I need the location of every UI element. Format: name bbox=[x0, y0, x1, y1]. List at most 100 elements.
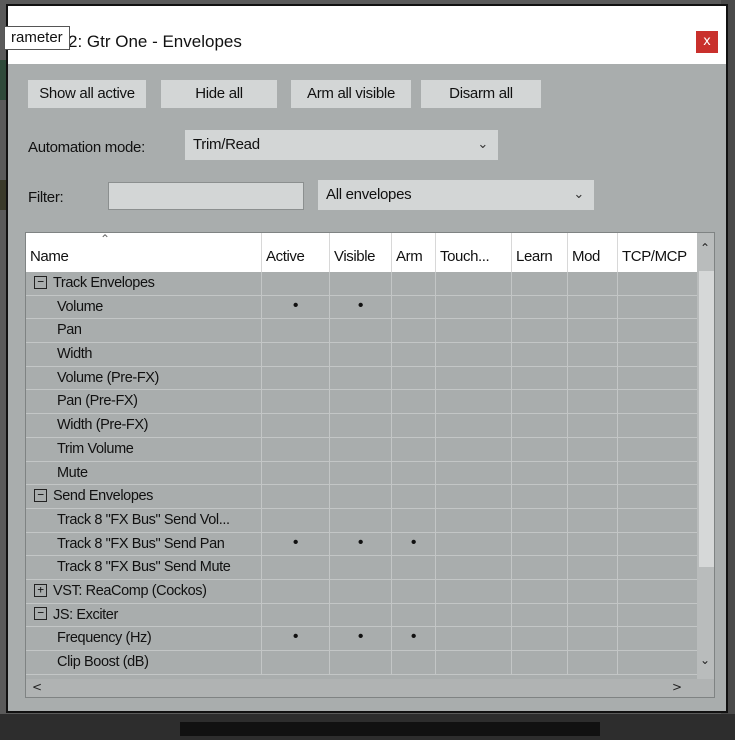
envelope-scope-select[interactable]: All envelopes ⌄ bbox=[318, 180, 594, 210]
table-row[interactable]: Track 8 "FX Bus" Send Pan • • • bbox=[26, 532, 714, 557]
scroll-up-arrow-icon[interactable]: ⌃ bbox=[700, 241, 710, 255]
learn-cell[interactable] bbox=[512, 390, 568, 415]
table-row[interactable]: Trim Volume bbox=[26, 437, 714, 462]
active-cell[interactable] bbox=[262, 390, 330, 415]
horizontal-scrollbar[interactable]: < > bbox=[26, 679, 714, 697]
arm-cell[interactable] bbox=[392, 366, 436, 391]
touch-cell[interactable] bbox=[436, 485, 512, 509]
disarm-all-button[interactable]: Disarm all bbox=[421, 80, 541, 108]
mod-cell[interactable] bbox=[568, 508, 618, 533]
group-row[interactable]: − Track Envelopes bbox=[26, 272, 714, 296]
active-cell[interactable] bbox=[262, 579, 330, 604]
learn-cell[interactable] bbox=[512, 437, 568, 462]
active-cell[interactable] bbox=[262, 508, 330, 533]
touch-cell[interactable] bbox=[436, 437, 512, 462]
arm-cell[interactable]: • bbox=[392, 627, 436, 651]
table-row[interactable]: Mute bbox=[26, 461, 714, 486]
visible-cell[interactable] bbox=[330, 508, 392, 533]
mod-cell[interactable] bbox=[568, 556, 618, 580]
learn-cell[interactable] bbox=[512, 319, 568, 344]
scroll-down-arrow-icon[interactable]: ⌄ bbox=[700, 653, 710, 667]
mod-cell[interactable] bbox=[568, 390, 618, 415]
collapse-icon[interactable]: − bbox=[34, 488, 47, 502]
mod-cell[interactable] bbox=[568, 437, 618, 462]
arm-cell[interactable] bbox=[392, 579, 436, 604]
active-cell[interactable] bbox=[262, 603, 330, 628]
scroll-right-arrow-icon[interactable]: > bbox=[672, 680, 682, 694]
visible-cell[interactable]: • bbox=[330, 627, 392, 651]
visible-cell[interactable] bbox=[330, 366, 392, 391]
touch-cell[interactable] bbox=[436, 651, 512, 675]
group-row[interactable]: − Send Envelopes bbox=[26, 485, 714, 509]
arm-cell[interactable] bbox=[392, 414, 436, 438]
arm-cell[interactable] bbox=[392, 556, 436, 580]
visible-cell[interactable]: • bbox=[330, 295, 392, 320]
collapse-icon[interactable]: − bbox=[34, 607, 47, 621]
active-cell[interactable]: • bbox=[262, 295, 330, 320]
mod-cell[interactable] bbox=[568, 651, 618, 675]
arm-cell[interactable] bbox=[392, 319, 436, 344]
mod-cell[interactable] bbox=[568, 295, 618, 320]
arm-cell[interactable] bbox=[392, 603, 436, 628]
touch-cell[interactable] bbox=[436, 366, 512, 391]
arm-cell[interactable] bbox=[392, 508, 436, 533]
visible-cell[interactable]: • bbox=[330, 532, 392, 557]
mod-cell[interactable] bbox=[568, 603, 618, 628]
touch-cell[interactable] bbox=[436, 603, 512, 628]
learn-cell[interactable] bbox=[512, 485, 568, 509]
arm-cell[interactable] bbox=[392, 651, 436, 675]
arm-cell[interactable] bbox=[392, 485, 436, 509]
visible-cell[interactable] bbox=[330, 319, 392, 344]
visible-cell[interactable] bbox=[330, 485, 392, 509]
group-row[interactable]: − JS: Exciter bbox=[26, 603, 714, 628]
column-header-active[interactable]: Active bbox=[262, 233, 330, 272]
filter-input[interactable] bbox=[108, 182, 304, 210]
visible-cell[interactable] bbox=[330, 603, 392, 628]
visible-cell[interactable] bbox=[330, 556, 392, 580]
collapse-icon[interactable]: − bbox=[34, 275, 47, 289]
touch-cell[interactable] bbox=[436, 319, 512, 344]
touch-cell[interactable] bbox=[436, 414, 512, 438]
active-cell[interactable] bbox=[262, 343, 330, 367]
active-cell[interactable] bbox=[262, 437, 330, 462]
close-button[interactable]: x bbox=[696, 31, 718, 53]
touch-cell[interactable] bbox=[436, 461, 512, 486]
column-header-touch[interactable]: Touch... bbox=[436, 233, 512, 272]
learn-cell[interactable] bbox=[512, 461, 568, 486]
learn-cell[interactable] bbox=[512, 295, 568, 320]
touch-cell[interactable] bbox=[436, 343, 512, 367]
table-row[interactable]: Track 8 "FX Bus" Send Mute bbox=[26, 556, 714, 580]
learn-cell[interactable] bbox=[512, 508, 568, 533]
column-header-mod[interactable]: Mod bbox=[568, 233, 618, 272]
column-header-arm[interactable]: Arm bbox=[392, 233, 436, 272]
active-cell[interactable] bbox=[262, 556, 330, 580]
mod-cell[interactable] bbox=[568, 414, 618, 438]
mod-cell[interactable] bbox=[568, 343, 618, 367]
mod-cell[interactable] bbox=[568, 319, 618, 344]
learn-cell[interactable] bbox=[512, 272, 568, 296]
learn-cell[interactable] bbox=[512, 556, 568, 580]
touch-cell[interactable] bbox=[436, 532, 512, 557]
mod-cell[interactable] bbox=[568, 627, 618, 651]
table-row[interactable]: Width (Pre-FX) bbox=[26, 414, 714, 438]
scroll-left-arrow-icon[interactable]: < bbox=[32, 680, 42, 694]
column-header-visible[interactable]: Visible bbox=[330, 233, 392, 272]
mod-cell[interactable] bbox=[568, 272, 618, 296]
learn-cell[interactable] bbox=[512, 366, 568, 391]
learn-cell[interactable] bbox=[512, 651, 568, 675]
visible-cell[interactable] bbox=[330, 390, 392, 415]
mod-cell[interactable] bbox=[568, 532, 618, 557]
learn-cell[interactable] bbox=[512, 414, 568, 438]
touch-cell[interactable] bbox=[436, 295, 512, 320]
touch-cell[interactable] bbox=[436, 390, 512, 415]
active-cell[interactable]: • bbox=[262, 627, 330, 651]
learn-cell[interactable] bbox=[512, 579, 568, 604]
arm-cell[interactable] bbox=[392, 461, 436, 486]
arm-cell[interactable] bbox=[392, 295, 436, 320]
table-row[interactable]: Track 8 "FX Bus" Send Vol... bbox=[26, 508, 714, 533]
visible-cell[interactable] bbox=[330, 437, 392, 462]
expand-icon[interactable]: + bbox=[34, 583, 47, 597]
learn-cell[interactable] bbox=[512, 603, 568, 628]
table-row[interactable]: Volume • • bbox=[26, 295, 714, 320]
visible-cell[interactable] bbox=[330, 651, 392, 675]
